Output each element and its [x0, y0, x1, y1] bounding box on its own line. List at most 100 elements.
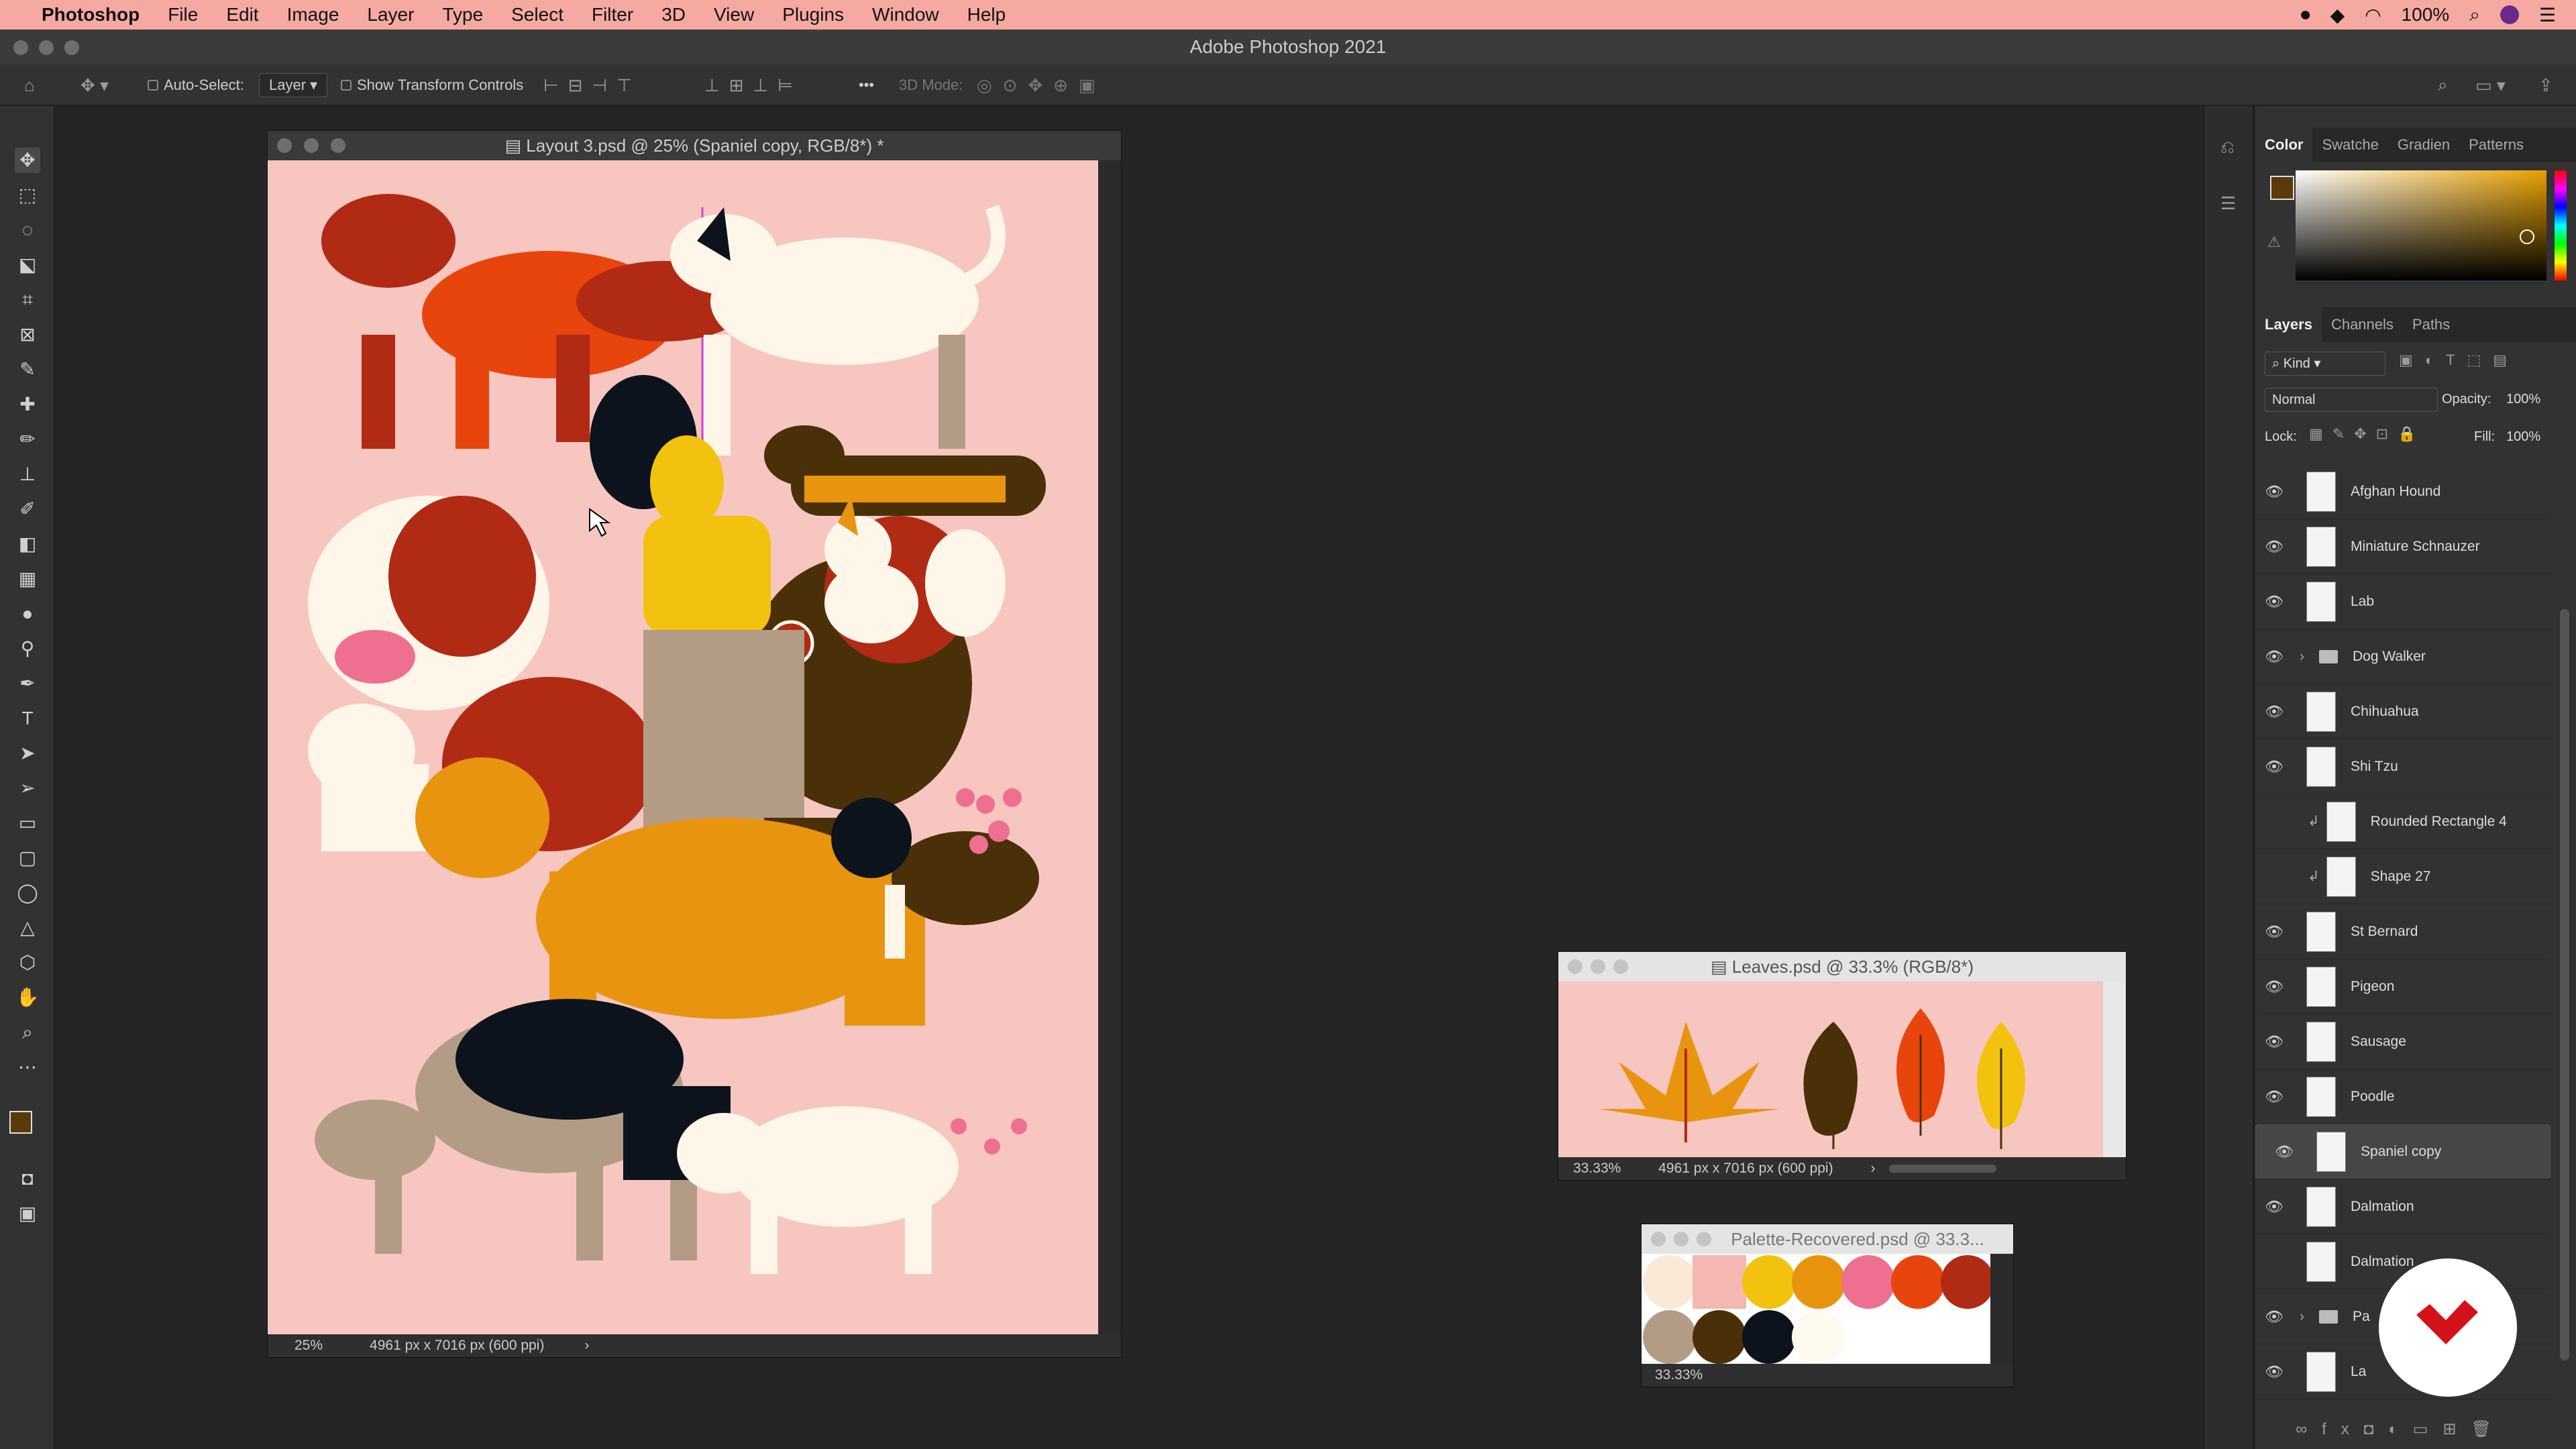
layers-scrollbar[interactable]	[2560, 609, 2569, 1360]
dodge-tool-icon[interactable]: ⚲	[15, 636, 40, 661]
layer-row[interactable]: 👁 Afghan Hound	[2255, 464, 2551, 519]
wifi-icon[interactable]: ◠	[2365, 4, 2381, 26]
layer-visibility-eye-icon[interactable]: 👁	[2255, 1308, 2293, 1326]
group-expand-chevron-icon[interactable]: ›	[2300, 1309, 2304, 1325]
layer-row[interactable]: 👁 Poodle	[2255, 1069, 2551, 1124]
rounded-rect-tool-icon[interactable]: ▢	[15, 845, 40, 871]
palette-scrollbar[interactable]	[1990, 1254, 2013, 1365]
search-icon[interactable]: ⌕	[2438, 64, 2448, 106]
layer-row[interactable]: 👁›Draft	[2255, 1399, 2551, 1410]
menu-3d[interactable]: 3D	[661, 4, 686, 25]
menu-filter[interactable]: Filter	[592, 4, 633, 25]
path-select-tool-icon[interactable]: ➤	[15, 741, 40, 766]
record-icon[interactable]: ⏺	[2301, 4, 2310, 26]
triangle-tool-icon[interactable]: △	[15, 915, 40, 941]
opacity-value[interactable]: 100%	[2506, 392, 2540, 407]
history-panel-icon[interactable]: ⎌	[2220, 137, 2235, 158]
hand-tool-icon[interactable]: ✋	[15, 985, 40, 1010]
history-brush-tool-icon[interactable]: ✐	[15, 496, 40, 522]
control-center-icon[interactable]: ☰	[2539, 4, 2556, 26]
leaves-horizontal-scrollbar[interactable]	[1888, 1165, 1996, 1173]
layer-filter-dropdown[interactable]: ⌕ Kind ▾	[2265, 352, 2385, 376]
layer-visibility-eye-icon[interactable]: 👁	[2255, 648, 2293, 665]
layer-row[interactable]: 👁 Shi Tzu	[2255, 739, 2551, 794]
tab-layers[interactable]: Layers	[2255, 307, 2322, 342]
rectangle-tool-icon[interactable]: ▭	[15, 810, 40, 836]
layer-visibility-eye-icon[interactable]: 👁	[2255, 923, 2293, 941]
zoom-level[interactable]: 25%	[294, 1338, 323, 1354]
marquee-tool-icon[interactable]: ⬚	[15, 182, 40, 208]
auto-select-checkbox[interactable]: Auto-Select:	[148, 64, 244, 106]
menu-layer[interactable]: Layer	[367, 4, 414, 25]
vertical-scrollbar[interactable]	[1098, 160, 1121, 1336]
layer-actions-bar[interactable]: ∞fx◘◐▭⊞🗑	[2296, 1419, 2506, 1439]
type-tool-icon[interactable]: T	[15, 706, 40, 731]
doc-minimize-button[interactable]	[304, 138, 319, 153]
lasso-tool-icon[interactable]: ◌	[15, 217, 40, 243]
palette-zoom-level[interactable]: 33.33%	[1655, 1367, 1703, 1383]
leaves-titlebar[interactable]: ▤ Leaves.psd @ 33.3% (RGB/8*)	[1558, 952, 2126, 981]
tab-patterns[interactable]: Patterns	[2459, 127, 2533, 162]
layer-visibility-eye-icon[interactable]: 👁	[2255, 483, 2293, 500]
window-zoom-button[interactable]	[64, 40, 79, 55]
tab-channels[interactable]: Channels	[2322, 307, 2403, 342]
auto-select-dropdown[interactable]: Layer ▾	[259, 64, 328, 106]
brush-tool-icon[interactable]: ✏	[15, 427, 40, 452]
pen-tool-icon[interactable]: ✒	[15, 671, 40, 696]
menu-image[interactable]: Image	[287, 4, 339, 25]
menu-app-name[interactable]: Photoshop	[42, 4, 140, 25]
hue-slider[interactable]	[2555, 170, 2567, 280]
menu-type[interactable]: Type	[442, 4, 483, 25]
dropbox-icon[interactable]: ◆	[2330, 4, 2345, 26]
document-window-layout3[interactable]: ▤ Layout 3.psd @ 25% (Spaniel copy, RGB/…	[267, 130, 1122, 1358]
screen-mode-icon[interactable]: ▣	[15, 1201, 40, 1226]
zoom-tool-icon[interactable]: ⌕	[15, 1020, 40, 1045]
menu-view[interactable]: View	[714, 4, 754, 25]
show-transform-checkbox[interactable]: Show Transform Controls	[341, 64, 523, 106]
layer-visibility-eye-icon[interactable]: 👁	[2255, 703, 2293, 720]
ellipse-tool-icon[interactable]: ◯	[15, 880, 40, 906]
canvas[interactable]	[268, 160, 1099, 1336]
document-window-palette[interactable]: Palette-Recovered.psd @ 33.3... 33.33%	[1641, 1224, 2014, 1387]
lock-icons[interactable]: ▦✎✥⊡🔒	[2309, 425, 2425, 443]
menu-select[interactable]: Select	[511, 4, 564, 25]
3d-mode-icons[interactable]: ◎⊙✥⊕▣	[977, 64, 1106, 106]
eyedropper-tool-icon[interactable]: ✎	[15, 357, 40, 382]
crop-tool-icon[interactable]: ⌗	[15, 287, 40, 313]
layer-visibility-eye-icon[interactable]: 👁	[2255, 1198, 2293, 1216]
home-icon[interactable]: ⌂	[24, 64, 35, 106]
adjustments-panel-icon[interactable]: ☰	[2220, 193, 2236, 214]
layer-visibility-eye-icon[interactable]: 👁	[2255, 1088, 2293, 1106]
direct-select-tool-icon[interactable]: ➢	[15, 775, 40, 801]
window-close-button[interactable]	[13, 40, 28, 55]
leaves-zoom-level[interactable]: 33.33%	[1573, 1161, 1621, 1177]
tab-paths[interactable]: Paths	[2403, 307, 2459, 342]
share-icon[interactable]: ⇪	[2538, 64, 2553, 106]
gradient-tool-icon[interactable]: ▦	[15, 566, 40, 592]
doc-zoom-button[interactable]	[331, 138, 345, 153]
palette-close-button[interactable]	[1651, 1232, 1666, 1246]
color-fg-swatch[interactable]	[2270, 176, 2294, 200]
menu-plugins[interactable]: Plugins	[782, 4, 844, 25]
document-titlebar[interactable]: ▤ Layout 3.psd @ 25% (Spaniel copy, RGB/…	[268, 131, 1121, 160]
polygon-tool-icon[interactable]: ⬡	[15, 950, 40, 975]
distribute-buttons[interactable]: ⊥⊞⊥⊨	[704, 64, 802, 106]
document-window-leaves[interactable]: ▤ Leaves.psd @ 33.3% (RGB/8*) 33.33% 496…	[1558, 951, 2127, 1181]
battery-label[interactable]: 100%	[2402, 4, 2450, 25]
layer-visibility-eye-icon[interactable]: 👁	[2255, 978, 2293, 996]
blend-mode-dropdown[interactable]: Normal	[2265, 388, 2438, 412]
layer-row[interactable]: 👁 St Bernard	[2255, 904, 2551, 959]
layer-row[interactable]: 👁 Miniature Schnauzer	[2255, 519, 2551, 574]
workspace-icon[interactable]: ▭ ▾	[2475, 64, 2506, 106]
stamp-tool-icon[interactable]: ⊥	[15, 462, 40, 487]
leaves-close-button[interactable]	[1568, 959, 1582, 974]
layer-visibility-eye-icon[interactable]: 👁	[2255, 1033, 2293, 1051]
leaves-status-chevron-icon[interactable]: ›	[1871, 1161, 1876, 1177]
color-picker-handle[interactable]	[2520, 229, 2534, 244]
leaves-zoom-button[interactable]	[1613, 959, 1628, 974]
window-minimize-button[interactable]	[39, 40, 54, 55]
edit-toolbar-icon[interactable]: ⋯	[15, 1055, 40, 1080]
foreground-color-swatch[interactable]	[9, 1111, 32, 1134]
healing-tool-icon[interactable]: ✚	[15, 392, 40, 417]
layer-visibility-eye-icon[interactable]: 👁	[2255, 538, 2293, 555]
